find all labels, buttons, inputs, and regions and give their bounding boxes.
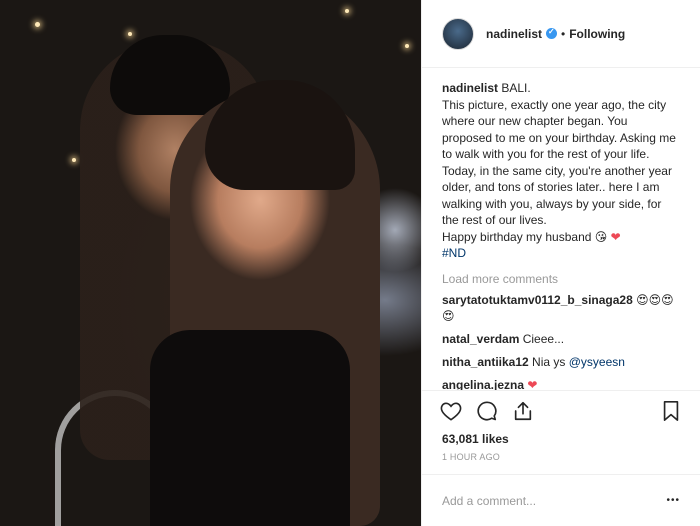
following-button[interactable]: Following <box>569 27 625 41</box>
comment-username[interactable]: nitha_antiika12 <box>442 355 529 369</box>
caption-line-3: Happy birthday my husband <box>442 229 592 244</box>
comment-username[interactable]: sarytatotuktamv0112_b_sinaga28 <box>442 293 633 307</box>
post-photo[interactable] <box>0 0 421 526</box>
header-username[interactable]: nadinelist <box>486 27 542 41</box>
speech-bubble-icon[interactable] <box>474 398 500 424</box>
background-light <box>72 158 76 162</box>
more-options-icon[interactable]: ••• <box>666 495 680 506</box>
likes-count[interactable]: 63,081 likes <box>422 430 700 446</box>
dress-shape <box>150 330 350 526</box>
background-light <box>405 44 409 48</box>
action-bar <box>422 390 700 430</box>
list-item: sarytatotuktamv0112_b_sinaga28 😍😍😍😍 <box>442 292 680 324</box>
heart-emoji-icon: ❤ <box>610 229 621 244</box>
heart-emoji-icon: ❤ <box>527 377 538 391</box>
caption-line-2: This picture, exactly one year ago, the … <box>442 97 676 228</box>
post-sidebar: nadinelist • Following nadinelist BALI. … <box>421 0 700 526</box>
post-timestamp[interactable]: 1 HOUR AGO <box>422 446 700 474</box>
verified-badge-icon <box>546 27 558 39</box>
comment-text: Cieee... <box>522 331 565 346</box>
caption-line-1: BALI. <box>501 81 531 95</box>
list-item: nitha_antiika12 Nia ys @ysyeesn <box>442 354 680 370</box>
post-header: nadinelist • Following <box>422 0 700 68</box>
background-light <box>35 22 40 27</box>
share-upload-icon[interactable] <box>510 398 536 424</box>
caption-username[interactable]: nadinelist <box>442 81 498 95</box>
comments-section: nadinelist BALI. This picture, exactly o… <box>422 68 700 390</box>
background-light <box>345 9 349 13</box>
list-item: angelina.jezna ❤ <box>442 377 680 391</box>
caption: nadinelist BALI. This picture, exactly o… <box>442 80 680 262</box>
kiss-emoji-icon: 😘 <box>594 229 608 244</box>
instagram-post: nadinelist • Following nadinelist BALI. … <box>0 0 700 526</box>
background-light <box>128 32 132 36</box>
avatar[interactable] <box>442 17 474 50</box>
comment-username[interactable]: angelina.jezna <box>442 378 524 391</box>
comment-input[interactable]: Add a comment... <box>442 494 666 508</box>
bookmark-icon[interactable] <box>658 398 684 424</box>
add-comment-bar: Add a comment... ••• <box>422 474 700 526</box>
comment-text: Nia ys <box>532 354 566 369</box>
hashtag-link[interactable]: #ND <box>442 246 466 260</box>
heart-outline-icon[interactable] <box>438 398 464 424</box>
list-item: natal_verdam Cieee... <box>442 331 680 347</box>
comment-username[interactable]: natal_verdam <box>442 332 519 346</box>
load-more-comments-link[interactable]: Load more comments <box>442 272 680 286</box>
separator-dot: • <box>561 26 566 41</box>
mention-link[interactable]: @ysyeesn <box>569 355 625 369</box>
